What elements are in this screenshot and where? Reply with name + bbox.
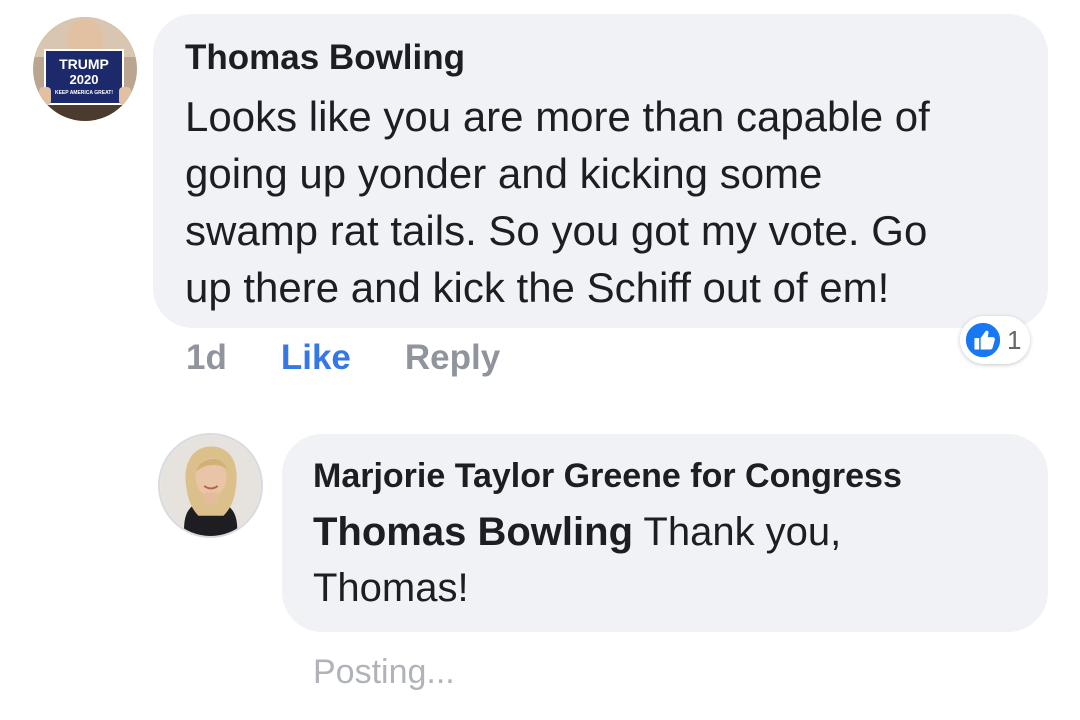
- reply-bubble: Marjorie Taylor Greene for Congress Thom…: [282, 434, 1048, 632]
- comment-timestamp[interactable]: 1d: [186, 338, 227, 378]
- comment-thread: TRUMP 2020 KEEP AMERICA GREAT! Thomas Bo…: [0, 0, 1080, 720]
- reply-text-line-2: Thomas!: [313, 566, 469, 610]
- thumbs-up-icon: [964, 321, 1002, 359]
- comment-text-line: up there and kick the Schiff out of em!: [185, 264, 890, 311]
- reply-text-part: Thank you,: [633, 510, 842, 554]
- reply-text-line-1: Thomas Bowling Thank you,: [313, 504, 1018, 560]
- reply-author[interactable]: Marjorie Taylor Greene for Congress: [313, 454, 1018, 498]
- trump-2020-sign-avatar-icon: TRUMP 2020 KEEP AMERICA GREAT!: [33, 17, 137, 121]
- avatar-sign-line3: KEEP AMERICA GREAT!: [55, 90, 113, 96]
- woman-portrait-avatar-icon: [160, 435, 261, 536]
- comment-text-line: going up yonder and kicking some: [185, 150, 823, 197]
- comment-text: Looks like you are more than capable of …: [185, 88, 1018, 316]
- comment-author[interactable]: Thomas Bowling: [185, 36, 1018, 80]
- avatar-sign-line2: 2020: [70, 72, 99, 87]
- posting-status: Posting...: [313, 653, 455, 691]
- reply-avatar[interactable]: [158, 433, 263, 538]
- reaction-summary[interactable]: 1: [960, 316, 1031, 364]
- reaction-count: 1: [1007, 324, 1022, 355]
- reply-button[interactable]: Reply: [405, 338, 500, 378]
- comment-bubble: Thomas Bowling Looks like you are more t…: [153, 14, 1048, 328]
- comment-actions: 1d Like Reply: [186, 334, 500, 382]
- reply-mention[interactable]: Thomas Bowling: [313, 510, 633, 554]
- comment-text-line: swamp rat tails. So you got my vote. Go: [185, 207, 928, 254]
- like-button[interactable]: Like: [281, 338, 351, 378]
- reply-text: Thomas Bowling Thank you, Thomas!: [313, 504, 1018, 616]
- avatar-sign-line1: TRUMP: [59, 56, 109, 72]
- commenter-avatar[interactable]: TRUMP 2020 KEEP AMERICA GREAT!: [33, 17, 137, 121]
- comment-text-line: Looks like you are more than capable of: [185, 93, 930, 140]
